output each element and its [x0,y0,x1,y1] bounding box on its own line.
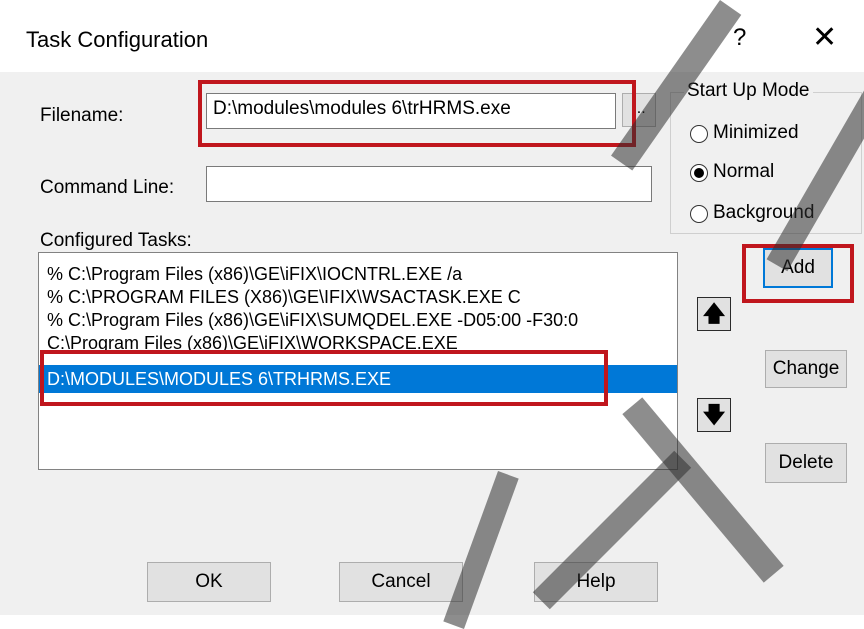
radio-normal[interactable] [690,164,708,182]
filename-label: Filename: [40,105,124,126]
help-icon[interactable]: ? [733,24,746,52]
arrow-up-icon: 🡅 [702,301,726,326]
filename-field[interactable]: D:\modules\modules 6\trHRMS.exe [206,93,616,129]
radio-normal-label[interactable]: Normal [713,161,774,183]
browse-button[interactable]: ... [622,93,656,127]
configured-tasks-list[interactable]: % C:\Program Files (x86)\GE\iFIX\IOCNTRL… [38,252,678,470]
move-up-button[interactable]: 🡅 [697,297,731,331]
start-up-mode-label: Start Up Mode [684,80,813,102]
cancel-button[interactable]: Cancel [339,562,463,602]
radio-minimized-label[interactable]: Minimized [713,122,799,144]
command-line-field[interactable] [206,166,652,202]
configured-tasks-label: Configured Tasks: [40,230,192,251]
list-item[interactable]: % C:\Program Files (x86)\GE\iFIX\SUMQDEL… [39,309,677,332]
arrow-down-icon: 🡇 [702,402,726,427]
radio-background-label[interactable]: Background [713,202,814,224]
command-line-label: Command Line: [40,177,175,198]
ok-button[interactable]: OK [147,562,271,602]
list-item[interactable]: % C:\PROGRAM FILES (X86)\GE\IFIX\WSACTAS… [39,286,677,309]
watermark-stroke [443,471,519,629]
title-bar: Task Configuration ? ✕ [0,0,864,72]
delete-button[interactable]: Delete [765,443,847,483]
list-item[interactable]: % C:\Program Files (x86)\GE\iFIX\IOCNTRL… [39,263,677,286]
radio-background[interactable] [690,205,708,223]
list-item[interactable]: C:\Program Files (x86)\GE\iFIX\WORKSPACE… [39,335,677,351]
close-icon[interactable]: ✕ [812,20,837,55]
radio-minimized[interactable] [690,125,708,143]
move-down-button[interactable]: 🡇 [697,398,731,432]
dialog-title: Task Configuration [26,27,209,52]
task-configuration-dialog: Task Configuration ? ✕ Filename: D:\modu… [0,0,864,629]
list-item-selected[interactable]: D:\MODULES\MODULES 6\TRHRMS.EXE [39,365,677,393]
add-button[interactable]: Add [763,248,833,288]
help-button[interactable]: Help [534,562,658,602]
change-button[interactable]: Change [765,350,847,388]
